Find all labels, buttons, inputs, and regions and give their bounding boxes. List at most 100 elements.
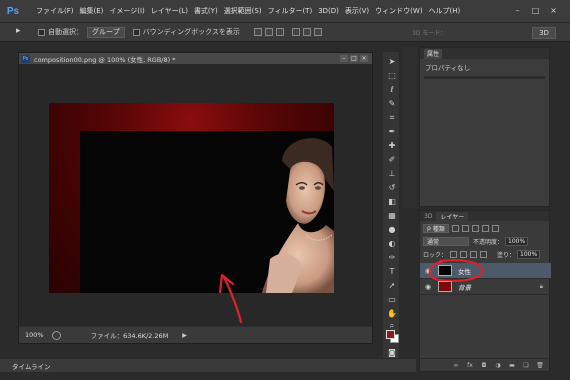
align-right-icon[interactable] [313, 28, 322, 36]
workspace-3d-button[interactable]: 3D [532, 27, 556, 39]
tab-3d[interactable]: 3D [420, 212, 436, 221]
dodge-tool-icon[interactable]: ◐ [386, 238, 398, 249]
timeline-panel[interactable]: タイムライン [0, 358, 416, 372]
status-menu-arrow-icon[interactable]: ▶ [182, 332, 187, 339]
document-tab[interactable]: Ps composition00.png @ 100% (女性, RGB/8) … [19, 53, 372, 64]
layer-row-background[interactable]: ◉ 背景 🔒︎ [420, 279, 551, 295]
crop-tool-icon[interactable]: ⌗ [386, 112, 398, 123]
menu-view[interactable]: 表示(V) [342, 6, 372, 16]
file-size-info: ファイル：634.6K/2.26M [90, 332, 169, 340]
align-center-icon[interactable] [302, 28, 311, 36]
menu-layer[interactable]: レイヤー(L) [148, 6, 191, 16]
properties-empty-text: プロパティなし [425, 64, 471, 72]
options-bar: ▸ 自動選択： グループ バウンディングボックスを表示 3D モード： 3D [0, 22, 570, 42]
move-tool-icon[interactable]: ▸ [16, 26, 30, 38]
properties-divider [424, 76, 545, 79]
marquee-tool-icon[interactable]: ⬚ [386, 70, 398, 81]
layers-tabbar: 3D レイヤー [420, 211, 549, 221]
opacity-label: 不透明度： [473, 239, 504, 246]
filter-smart-icon[interactable] [491, 225, 499, 232]
layer-thumbnail [438, 281, 452, 292]
menu-type[interactable]: 書式(Y) [191, 6, 221, 16]
tab-layers[interactable]: レイヤー [436, 212, 469, 221]
menu-help[interactable]: ヘルプ(H) [426, 6, 464, 16]
minimize-button[interactable]: – [512, 5, 523, 16]
lock-all-icon[interactable] [480, 251, 488, 258]
clone-stamp-tool-icon[interactable]: ⊥ [386, 168, 398, 179]
blend-opacity-row: 通常 不透明度： 100% [420, 237, 549, 246]
history-brush-tool-icon[interactable]: ↺ [386, 182, 398, 193]
quick-select-tool-icon[interactable]: ✎ [386, 98, 398, 109]
blur-tool-icon[interactable]: ● [386, 224, 398, 235]
menu-edit[interactable]: 編集(E) [77, 6, 107, 16]
eye-icon[interactable]: ◉ [423, 282, 433, 292]
fill-field[interactable]: 100% [517, 250, 541, 259]
toolbox: ➤ ⬚ ℓ ✎ ⌗ ✒ ✚ ✐ ⊥ ↺ ◧ ▦ ● ◐ ✑ T ➚ ▭ ✋ ⌕ … [382, 52, 400, 358]
link-layers-icon[interactable]: ∞ [452, 361, 460, 369]
opacity-field[interactable]: 100% [505, 237, 529, 246]
zoom-level[interactable]: 100% [25, 331, 44, 339]
photoshop-logo: Ps [6, 5, 20, 17]
auto-select-dropdown[interactable]: グループ [87, 26, 125, 38]
align-left-icon[interactable] [291, 28, 300, 36]
lock-pixels-icon[interactable] [460, 251, 468, 258]
filter-pixel-icon[interactable] [451, 225, 459, 232]
new-layer-icon[interactable]: ❏ [522, 361, 530, 369]
layer-name[interactable]: 背景 [458, 282, 471, 292]
document-image[interactable] [49, 103, 334, 293]
shape-tool-icon[interactable]: ▭ [386, 294, 398, 305]
foreground-color-swatch[interactable] [386, 330, 395, 339]
brush-tool-icon[interactable]: ✐ [386, 154, 398, 165]
auto-select-checkbox[interactable] [38, 28, 45, 36]
menu-filter[interactable]: フィルター(T) [265, 6, 316, 16]
doc-minimize-button[interactable]: – [340, 55, 348, 62]
healing-brush-tool-icon[interactable]: ✚ [386, 140, 398, 151]
align-middle-icon[interactable] [264, 28, 273, 36]
filter-type-icon[interactable] [471, 225, 479, 232]
align-top-icon[interactable] [253, 28, 262, 36]
bounding-box-checkbox[interactable] [132, 28, 140, 36]
document-status-bar: 100% ファイル：634.6K/2.26M ▶ [19, 326, 372, 343]
doc-close-button[interactable]: × [360, 55, 368, 62]
quick-mask-icon[interactable]: ◙ [386, 347, 398, 358]
new-group-icon[interactable]: ▬ [508, 361, 516, 369]
layer-style-icon[interactable]: fx [466, 361, 474, 369]
path-select-tool-icon[interactable]: ➚ [386, 280, 398, 291]
tab-properties[interactable]: 属性 [424, 48, 443, 59]
adjustment-layer-icon[interactable]: ◑ [494, 361, 502, 369]
menu-bar: Ps ファイル(F) 編集(E) イメージ(I) レイヤー(L) 書式(Y) 選… [0, 0, 570, 22]
eyedropper-tool-icon[interactable]: ✒ [386, 126, 398, 137]
layer-kind-label: 種類 [432, 226, 445, 233]
move-tool-icon[interactable]: ➤ [386, 56, 398, 67]
document-window: Ps composition00.png @ 100% (女性, RGB/8) … [18, 52, 373, 344]
menu-image[interactable]: イメージ(I) [106, 6, 147, 16]
bounding-box-label: バウンディングボックスを表示 [142, 28, 240, 36]
lock-position-icon[interactable] [470, 251, 478, 258]
type-tool-icon[interactable]: T [386, 266, 398, 277]
align-bottom-icon[interactable] [275, 28, 284, 36]
hand-tool-icon[interactable]: ✋ [386, 308, 398, 319]
delete-layer-icon[interactable]: 🗑︎ [536, 361, 544, 369]
menu-file[interactable]: ファイル(F) [33, 6, 77, 16]
3d-mode-label: 3D モード： [412, 30, 447, 37]
filter-shape-icon[interactable] [481, 225, 489, 232]
close-button[interactable]: × [548, 5, 559, 16]
blend-mode-dropdown[interactable]: 通常 [423, 237, 469, 246]
eraser-tool-icon[interactable]: ◧ [386, 196, 398, 207]
timeline-label: タイムライン [12, 362, 51, 371]
layer-kind-filter[interactable]: ρ 種類 [423, 224, 449, 233]
menu-window[interactable]: ウィンドウ(W) [372, 6, 425, 16]
pen-tool-icon[interactable]: ✑ [386, 252, 398, 263]
menu-select[interactable]: 選択範囲(S) [221, 6, 265, 16]
gradient-tool-icon[interactable]: ▦ [386, 210, 398, 221]
canvas-area[interactable] [19, 64, 372, 328]
menu-3d[interactable]: 3D(D) [315, 7, 342, 15]
lasso-tool-icon[interactable]: ℓ [386, 84, 398, 95]
maximize-button[interactable]: □ [530, 5, 541, 16]
status-info-icon[interactable] [51, 330, 61, 340]
auto-select-label: 自動選択： [48, 28, 83, 36]
filter-adjust-icon[interactable] [461, 225, 469, 232]
lock-transparent-icon[interactable] [450, 251, 458, 258]
add-mask-icon[interactable]: ◘ [480, 361, 488, 369]
doc-maximize-button[interactable]: □ [350, 55, 358, 62]
